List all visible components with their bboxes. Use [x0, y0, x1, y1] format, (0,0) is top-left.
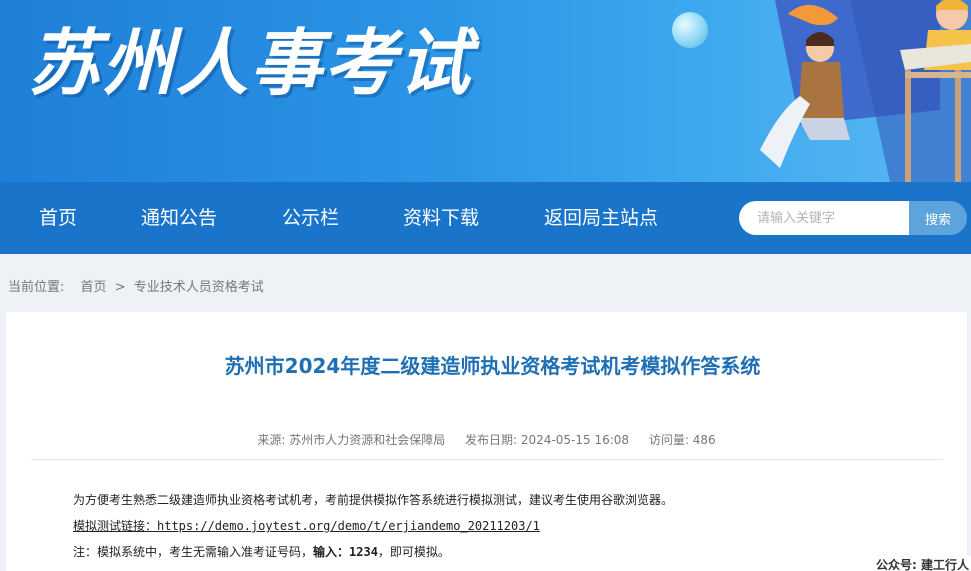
- article-date: 发布日期: 2024-05-15 16:08: [465, 433, 630, 447]
- nav-main-site[interactable]: 返回局主站点: [544, 182, 658, 254]
- article-views: 访问量: 486: [648, 433, 716, 447]
- search-input[interactable]: [739, 201, 909, 235]
- article-paragraph-intro: 为方便考生熟悉二级建造师执业资格考试机考，考前提供模拟作答系统进行模拟测试，建议…: [73, 493, 674, 507]
- watermark-text: 公众号: 建工行人: [872, 556, 971, 571]
- breadcrumb-separator: >: [114, 280, 126, 295]
- nav-public-board[interactable]: 公示栏: [282, 182, 339, 254]
- breadcrumb-label: 当前位置:: [8, 280, 65, 295]
- breadcrumb: 当前位置: 首页 > 专业技术人员资格考试: [8, 276, 268, 295]
- site-title: 苏州人事考试: [28, 21, 473, 105]
- meta-divider: [31, 459, 943, 460]
- breadcrumb-category[interactable]: 专业技术人员资格考试: [134, 280, 264, 295]
- search-button[interactable]: 搜索: [909, 201, 967, 235]
- article-title: 苏州市2024年度二级建造师执业资格考试机考模拟作答系统: [224, 354, 761, 378]
- bubble-decoration: [672, 12, 708, 48]
- article-meta: 来源: 苏州市人力资源和社会保障局 发布日期: 2024-05-15 16:08…: [6, 431, 967, 448]
- breadcrumb-home[interactable]: 首页: [81, 280, 107, 295]
- note-prefix: 注：模拟系统中，考生无需输入准考证号码，: [73, 545, 314, 559]
- nav-notices[interactable]: 通知公告: [141, 182, 217, 254]
- note-code: 输入：1234: [313, 545, 378, 559]
- header-banner: 苏州人事考试: [0, 0, 971, 182]
- nav-downloads[interactable]: 资料下载: [403, 182, 479, 254]
- article-source: 来源: 苏州市人力资源和社会保障局: [257, 433, 446, 447]
- demo-test-link[interactable]: 模拟测试链接：https://demo.joytest.org/demo/t/e…: [73, 517, 540, 534]
- article-panel: 苏州市2024年度二级建造师执业资格考试机考模拟作答系统 来源: 苏州市人力资源…: [6, 312, 967, 571]
- students-illustration: [760, 0, 971, 182]
- nav-home[interactable]: 首页: [39, 182, 77, 254]
- note-suffix: ，即可模拟。: [377, 545, 450, 559]
- article-note: 注：模拟系统中，考生无需输入准考证号码，输入：1234，即可模拟。: [73, 543, 450, 560]
